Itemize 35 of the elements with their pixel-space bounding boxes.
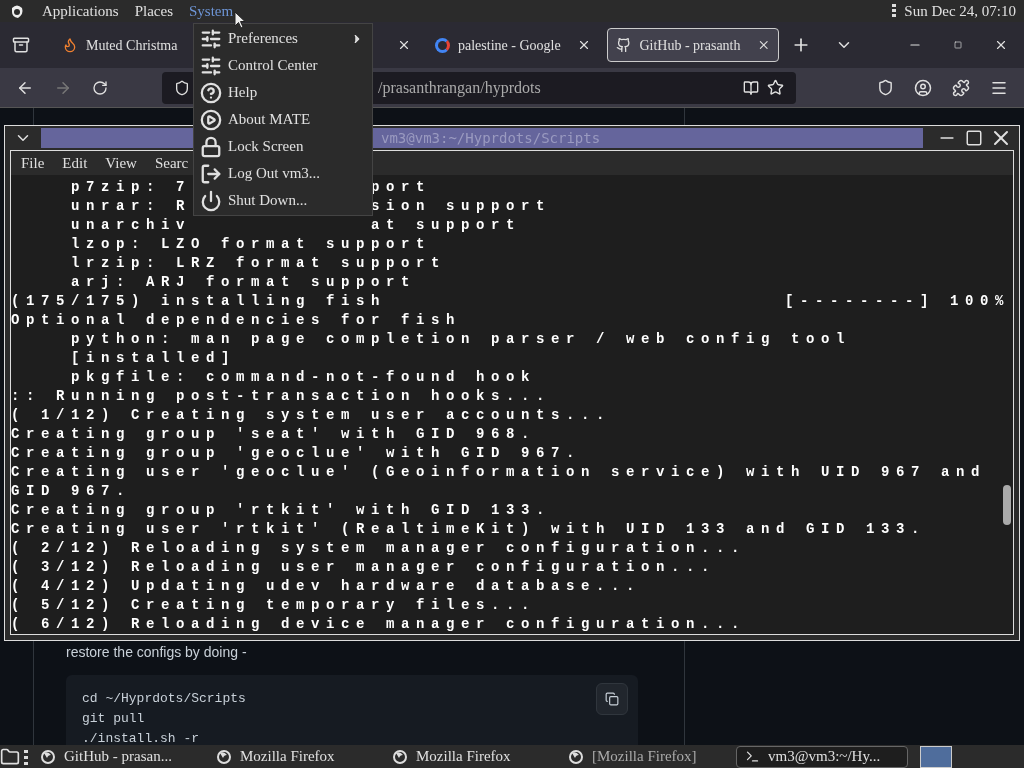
terminal-line: at support (371, 216, 521, 235)
terminal-line: ( 3/12) Reloading user manager configuration... (11, 558, 717, 577)
progress-text: [--------] 100% (784, 292, 1010, 311)
code-line: git pull (82, 710, 145, 728)
terminal-line: sion support (371, 197, 552, 216)
terminal-line: ( 1/12) Creating system user accounts... (11, 406, 612, 425)
terminal-line: ( 4/12) Updating udev hardware database... (11, 577, 642, 596)
terminal-line: pkgfile: command-not-found hook (70, 368, 537, 387)
code-line: ./install.sh -r (82, 730, 200, 748)
terminal-line: unarchiv (70, 217, 192, 233)
code-line: cd ~/Hyprdots/Scripts (82, 690, 246, 708)
terminal-line: Creating group 'rtkit' with GID 133. (11, 501, 552, 520)
url-text: /prasanthrangan/hyprdots (378, 77, 542, 99)
terminal-line: Creating group 'seat' with GID 968. (11, 425, 537, 444)
terminal-line: unrar: R (70, 198, 192, 214)
tab-title: Muted Christma (86, 36, 178, 55)
terminal-line: Creating group 'geoclue' with GID 967. (11, 444, 582, 463)
terminal-line: Creating user 'geoclue' (Geoinformation service) with UID 967 and (11, 463, 987, 482)
terminal-line: Creating user 'rtkit' (RealtimeKit) with UID 133 and GID 133. (11, 520, 927, 539)
tab-title: palestine - Google (458, 36, 561, 55)
terminal-line: lzop: LZO format support (70, 235, 432, 254)
tab-title: GitHub - prasanth (639, 36, 741, 55)
page-paragraph: restore the configs by doing - (66, 643, 247, 662)
terminal-line: python: man page completion parser / web config tool (70, 330, 852, 349)
terminal-line: ( 5/12) Creating temporary files... (11, 596, 537, 615)
terminal-line: :: Running post-transaction hooks... (11, 387, 552, 406)
terminal-line: arj: ARJ format support (70, 273, 417, 292)
terminal-line: ( 2/12) Reloading system manager configuration... (11, 539, 747, 558)
terminal-line: Optional dependencies for fish (11, 311, 462, 330)
terminal-line: p7zip: 7 (70, 179, 192, 195)
terminal-line: [installed] (70, 349, 237, 368)
terminal-line: GID 967. (11, 482, 131, 501)
terminal-line: (175/175) installing fish (11, 292, 387, 311)
terminal-line: ( 6/12) Reloading device manager configuration... (11, 615, 747, 634)
terminal-line: lrzip: LRZ format support (70, 254, 447, 273)
